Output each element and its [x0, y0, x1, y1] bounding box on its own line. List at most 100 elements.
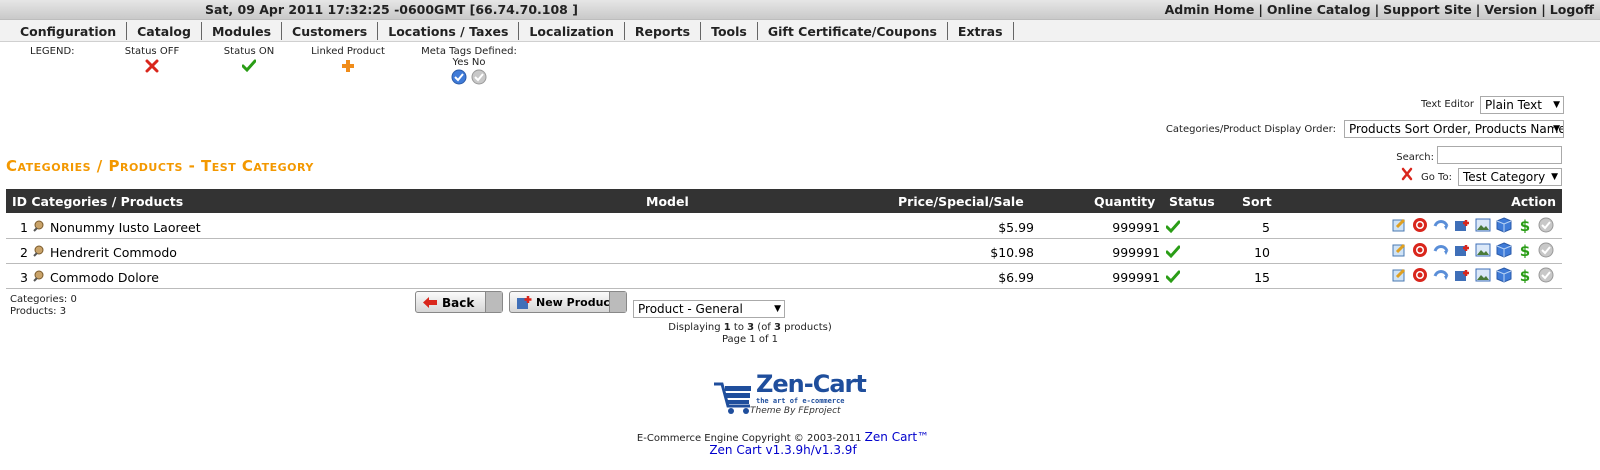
chevron-down-icon: ▼ — [1553, 100, 1560, 110]
support-site-link[interactable]: Support Site — [1383, 2, 1472, 17]
row-id: 1 — [20, 220, 28, 235]
logo-theme: Theme By FEproject — [750, 406, 841, 416]
menu-gift-certificate-coupons[interactable]: Gift Certificate/Coupons — [758, 22, 948, 40]
table-header: ID Categories / Products Model Price/Spe… — [6, 189, 1562, 213]
col-action: Action — [1511, 194, 1556, 209]
copy-icon[interactable] — [1454, 242, 1470, 258]
product-quantity: 999991 — [1112, 270, 1160, 285]
search-input[interactable] — [1437, 146, 1562, 164]
legend-linked-product: Linked Product — [310, 46, 386, 76]
table-row[interactable]: 1 Nonummy Iusto Laoreet $5.99 999991 5 $ — [6, 214, 1562, 239]
price-manager-icon[interactable]: $ — [1517, 242, 1533, 258]
image-icon[interactable] — [1475, 267, 1491, 283]
delete-icon[interactable] — [1412, 267, 1428, 283]
status-on-icon[interactable] — [1166, 245, 1180, 259]
pagination-to-word: to — [730, 322, 748, 333]
product-sort: 15 — [1254, 270, 1270, 285]
menu-modules[interactable]: Modules — [202, 22, 283, 40]
menu-locations-taxes[interactable]: Locations / Taxes — [378, 22, 520, 40]
attributes-icon[interactable] — [1496, 217, 1512, 233]
products-count: Products: 3 — [10, 306, 67, 317]
price-manager-icon[interactable]: $ — [1517, 217, 1533, 233]
menu-catalog[interactable]: Catalog — [127, 22, 202, 40]
menu-customers[interactable]: Customers — [282, 22, 379, 40]
product-name[interactable]: Commodo Dolore — [50, 270, 159, 285]
new-product-button[interactable]: New Product — [509, 291, 627, 313]
product-name[interactable]: Nonummy Iusto Laoreet — [50, 220, 201, 235]
legend-title: LEGEND: — [30, 46, 75, 57]
legend-status-on: Status ON — [222, 46, 276, 76]
image-icon[interactable] — [1475, 242, 1491, 258]
menu-tools[interactable]: Tools — [701, 22, 758, 40]
copy-icon[interactable] — [1454, 267, 1470, 283]
text-editor-select[interactable]: Plain Text ▼ — [1480, 96, 1564, 114]
pagination-of-close: products) — [780, 322, 832, 333]
logo-name: Zen-Cart — [756, 370, 867, 398]
grip-icon — [485, 292, 502, 312]
new-product-label: New Product — [536, 296, 616, 309]
product-preview-icon[interactable] — [32, 220, 44, 232]
product-price: $10.98 — [990, 245, 1034, 260]
row-id: 2 — [20, 245, 28, 260]
row-actions: $ — [1391, 217, 1554, 233]
text-editor-value: Plain Text — [1485, 98, 1542, 112]
row-actions: $ — [1391, 267, 1554, 283]
col-quantity: Quantity — [1094, 194, 1156, 209]
move-icon[interactable] — [1433, 267, 1449, 283]
version-line: Zen Cart v1.3.9h/v1.3.9f — [600, 443, 966, 457]
back-button[interactable]: Back — [415, 291, 503, 313]
attributes-icon[interactable] — [1496, 242, 1512, 258]
delete-icon[interactable] — [1412, 217, 1428, 233]
product-quantity: 999991 — [1112, 220, 1160, 235]
product-type-value: Product - General — [638, 302, 743, 316]
text-editor-label: Text Editor — [1421, 99, 1474, 110]
copy-icon[interactable] — [1454, 217, 1470, 233]
menu-extras[interactable]: Extras — [948, 22, 1014, 40]
attributes-icon[interactable] — [1496, 267, 1512, 283]
edit-icon[interactable] — [1391, 267, 1407, 283]
legend-linked-label: Linked Product — [311, 46, 385, 57]
goto-select[interactable]: Test Category ▼ — [1458, 168, 1562, 186]
pagination-prefix: Displaying — [668, 322, 724, 333]
pagination-of-open: (of — [754, 322, 775, 333]
edit-icon[interactable] — [1391, 217, 1407, 233]
menu-reports[interactable]: Reports — [625, 22, 702, 40]
chevron-down-icon: ▼ — [1553, 124, 1560, 134]
menu-configuration[interactable]: Configuration — [10, 22, 128, 40]
product-type-select[interactable]: Product - General ▼ — [633, 300, 785, 318]
meta-tags-icon[interactable] — [1538, 217, 1554, 233]
zen-cart-link[interactable]: Zen Cart™ — [865, 430, 929, 444]
display-order-value: Products Sort Order, Products Name — [1349, 122, 1564, 136]
online-catalog-link[interactable]: Online Catalog — [1267, 2, 1371, 17]
zen-cart-logo[interactable]: Zen-Cart the art of e-commerce Theme By … — [712, 370, 867, 420]
delete-icon[interactable] — [1412, 242, 1428, 258]
table-row[interactable]: 2 Hendrerit Commodo $10.98 999991 10 $ — [6, 239, 1562, 264]
move-icon[interactable] — [1433, 217, 1449, 233]
reset-search-icon[interactable] — [1400, 167, 1414, 181]
search-label: Search: — [1396, 152, 1434, 163]
meta-tags-icon[interactable] — [1538, 267, 1554, 283]
back-arrow-icon — [423, 297, 437, 308]
status-on-icon[interactable] — [1166, 270, 1180, 284]
meta-tags-icon[interactable] — [1538, 242, 1554, 258]
meta-no-icon — [471, 69, 487, 85]
grip-icon — [609, 292, 626, 312]
table-row[interactable]: 3 Commodo Dolore $6.99 999991 15 $ — [6, 264, 1562, 289]
image-icon[interactable] — [1475, 217, 1491, 233]
version-link[interactable]: Zen Cart v1.3.9h/v1.3.9f — [709, 443, 856, 457]
edit-icon[interactable] — [1391, 242, 1407, 258]
display-order-select[interactable]: Products Sort Order, Products Name ▼ — [1344, 120, 1564, 138]
product-name[interactable]: Hendrerit Commodo — [50, 245, 177, 260]
product-price: $6.99 — [998, 270, 1034, 285]
menu-localization[interactable]: Localization — [519, 22, 625, 40]
price-manager-icon[interactable]: $ — [1517, 267, 1533, 283]
status-on-icon[interactable] — [1166, 220, 1180, 234]
version-link[interactable]: Version — [1484, 2, 1537, 17]
legend-meta-label: Meta Tags Defined: — [421, 46, 517, 57]
move-icon[interactable] — [1433, 242, 1449, 258]
product-preview-icon[interactable] — [32, 270, 44, 282]
product-preview-icon[interactable] — [32, 245, 44, 257]
logoff-link[interactable]: Logoff — [1550, 2, 1594, 17]
product-quantity: 999991 — [1112, 245, 1160, 260]
admin-home-link[interactable]: Admin Home — [1165, 2, 1255, 17]
